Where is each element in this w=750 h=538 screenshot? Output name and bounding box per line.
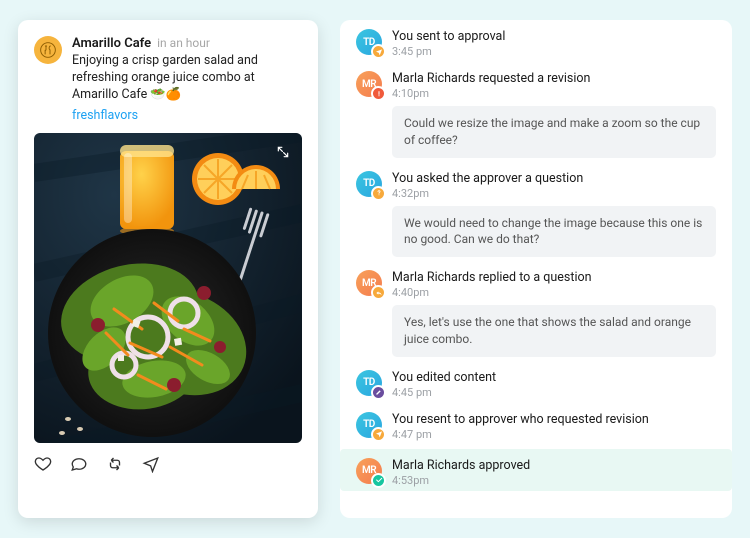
send-badge-icon [371,44,386,59]
avatar: MR [356,458,382,484]
activity-item: TD You edited content 4:45 pm [340,361,732,403]
activity-note: Could we resize the image and make a zoo… [392,106,716,158]
alert-badge-icon [371,86,386,101]
comment-icon [70,455,88,473]
brand-avatar [34,36,62,64]
activity-time: 4:40pm [392,286,716,299]
avatar: MR [356,71,382,97]
activity-time: 4:32pm [392,187,716,200]
activity-title: You resent to approver who requested rev… [392,412,716,427]
like-button[interactable] [34,455,52,473]
post-image[interactable] [34,133,302,443]
activity-time: 4:10pm [392,87,716,100]
heart-icon [34,455,52,473]
edit-badge-icon [371,385,386,400]
activity-time: 4:47 pm [392,428,716,441]
post-actions [34,455,302,473]
activity-feed: TD You sent to approval 3:45 pm MR Marla… [340,20,732,518]
activity-title: You asked the approver a question [392,171,716,186]
activity-note: We would need to change the image becaus… [392,206,716,258]
utensils-icon [40,42,56,58]
avatar: MR [356,270,382,296]
avatar: TD [356,29,382,55]
post-title-row: Amarillo Cafe in an hour [72,36,302,51]
comment-button[interactable] [70,455,88,473]
repost-icon [106,455,124,473]
post-header: Amarillo Cafe in an hour Enjoying a cris… [34,36,302,123]
activity-item: MR Marla Richards requested a revision 4… [340,62,732,162]
post-body: Enjoying a crisp garden salad and refres… [72,53,302,104]
avatar: TD [356,412,382,438]
post-meta: Amarillo Cafe in an hour Enjoying a cris… [72,36,302,123]
app-frame: Amarillo Cafe in an hour Enjoying a cris… [18,20,732,518]
activity-time: 4:53pm [392,474,716,487]
repost-button[interactable] [106,455,124,473]
activity-item: TD You resent to approver who requested … [340,403,732,445]
activity-item: TD You sent to approval 3:45 pm [340,20,732,62]
activity-item: MR Marla Richards replied to a question … [340,261,732,361]
avatar: TD [356,171,382,197]
post-hashtag[interactable]: freshflavors [72,108,138,123]
activity-item: TD You asked the approver a question 4:3… [340,162,732,262]
reply-badge-icon [371,285,386,300]
send-icon [142,455,160,473]
activity-title: Marla Richards requested a revision [392,71,716,86]
check-badge-icon [371,473,386,488]
activity-title: You sent to approval [392,29,716,44]
activity-note: Yes, let's use the one that shows the sa… [392,305,716,357]
question-badge-icon [371,186,386,201]
activity-time: 3:45 pm [392,45,716,58]
activity-title: Marla Richards approved [392,458,716,473]
expand-image-button[interactable] [272,141,294,163]
activity-title: You edited content [392,370,716,385]
post-schedule-time: in an hour [157,36,210,50]
avatar: TD [356,370,382,396]
activity-item-approved: MR Marla Richards approved 4:53pm [340,449,732,491]
food-illustration [34,133,302,443]
expand-icon [276,145,290,159]
activity-time: 4:45 pm [392,386,716,399]
post-card: Amarillo Cafe in an hour Enjoying a cris… [18,20,318,518]
activity-title: Marla Richards replied to a question [392,270,716,285]
share-button[interactable] [142,455,160,473]
post-author: Amarillo Cafe [72,36,151,51]
resend-badge-icon [371,427,386,442]
